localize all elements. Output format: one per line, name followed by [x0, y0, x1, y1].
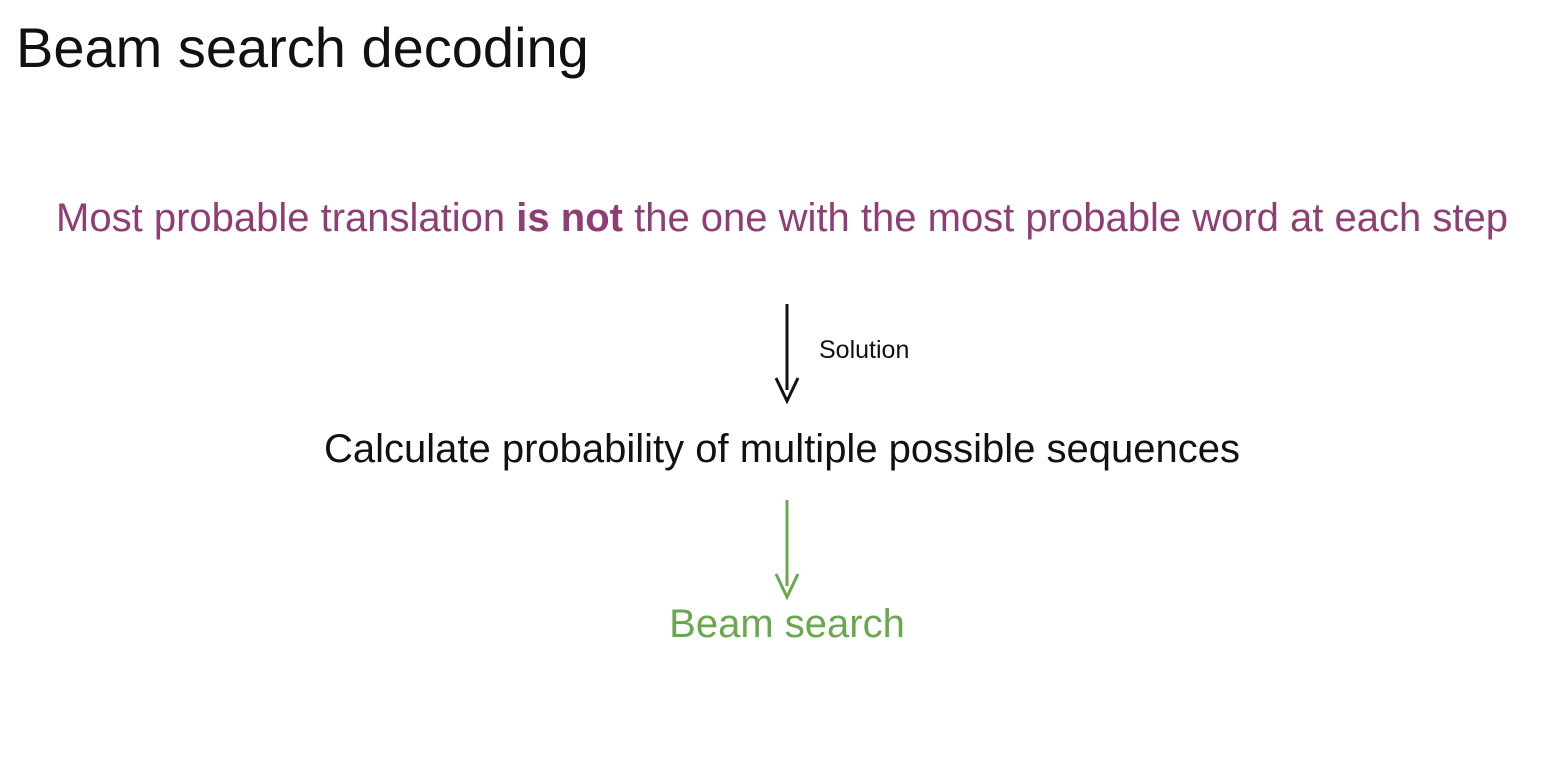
solution-step: Calculate probability of multiple possib…: [323, 427, 1241, 471]
problem-emphasis: is not: [516, 196, 623, 240]
problem-text-before: Most probable translation: [56, 196, 517, 240]
problem-text-after: the one with the most probable word at e…: [622, 196, 1508, 240]
slide-title: Beam search decoding: [16, 16, 589, 79]
arrow-label-solution: Solution: [819, 336, 910, 364]
result-beam-search: Beam search: [669, 602, 905, 646]
beam-arrow-down-icon: [771, 500, 803, 600]
solution-arrow-down-icon: [771, 304, 803, 404]
problem-statement: Most probable translation is not the one…: [30, 190, 1534, 247]
